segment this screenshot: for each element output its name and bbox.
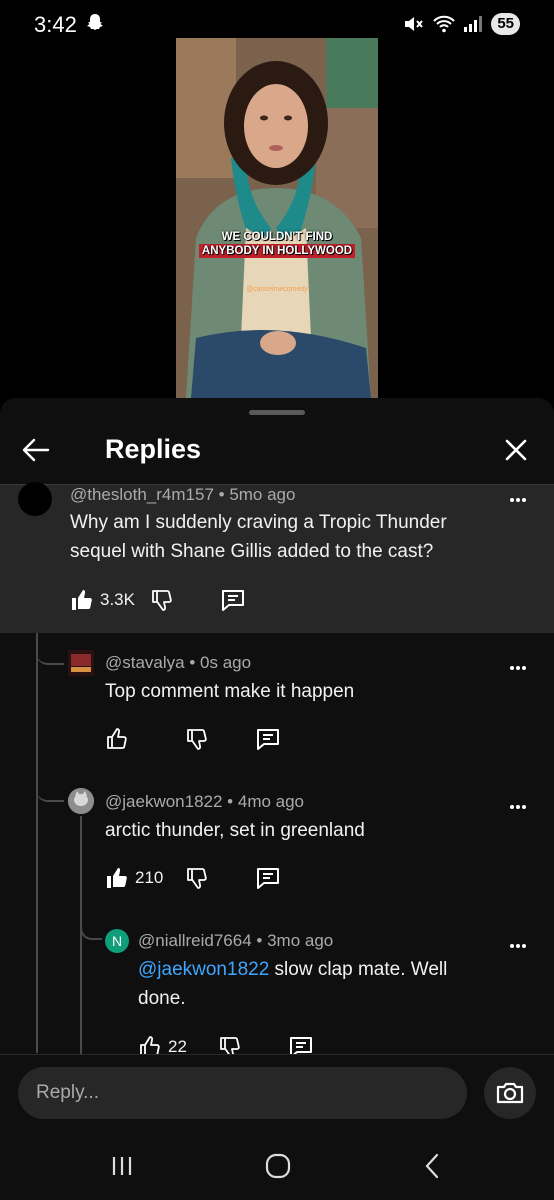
mention-link[interactable]: @jaekwon1822 <box>138 959 269 980</box>
home-button[interactable] <box>260 1148 296 1184</box>
comment-text: @jaekwon1822 slow clap mate. Well done. <box>138 955 483 1013</box>
comment-icon <box>257 729 279 750</box>
status-icons: 55 <box>403 11 520 37</box>
thread-line-main <box>36 633 38 1053</box>
recents-button[interactable] <box>104 1148 140 1184</box>
like-button[interactable]: 3.3K <box>70 585 135 615</box>
back-nav-button[interactable] <box>414 1148 450 1184</box>
camera-icon <box>496 1082 524 1104</box>
snapchat-ghost-icon <box>87 14 103 30</box>
comment-author[interactable]: @stavalya • 0s ago <box>105 653 251 673</box>
avatar[interactable] <box>18 482 52 516</box>
comment-age: 4mo ago <box>237 792 305 811</box>
comment-actions <box>105 724 305 754</box>
like-count: 210 <box>135 868 164 887</box>
more-options-button[interactable] <box>508 936 528 956</box>
dislike-button[interactable] <box>150 585 174 615</box>
comment-age: 5mo ago <box>229 485 296 504</box>
video-caption-line2: ANYBODY IN HOLLYWOOD <box>198 244 356 258</box>
reply-button[interactable] <box>255 863 281 893</box>
avatar-image <box>68 650 94 676</box>
sheet-header: Replies <box>0 420 554 484</box>
avatar-letter: N <box>111 933 123 949</box>
comment-icon <box>257 868 279 889</box>
author-handle[interactable]: @jaekwon1822 <box>105 792 222 811</box>
dislike-button[interactable] <box>185 863 209 893</box>
reply-button[interactable] <box>255 724 281 754</box>
battery-badge: 55 <box>491 13 520 35</box>
reply-bar <box>0 1054 554 1132</box>
close-icon <box>505 439 527 461</box>
thread-connector <box>36 770 64 802</box>
video-frame-image <box>176 38 378 398</box>
comment-text: Why am I suddenly craving a Tropic Thund… <box>70 512 447 562</box>
video-caption-line1: WE COULDN'T FIND <box>221 231 333 243</box>
comment-author[interactable]: @thesloth_r4m157 • 5mo ago <box>70 485 295 505</box>
thumbs-down-icon <box>187 729 207 750</box>
comment-age: 3mo ago <box>267 931 334 950</box>
more-options-button[interactable] <box>508 797 528 817</box>
sheet-title: Replies <box>105 434 202 464</box>
comment-actions: 210 <box>105 863 305 893</box>
like-count: 3.3K <box>100 590 135 609</box>
more-options-button[interactable] <box>508 658 528 678</box>
like-button[interactable] <box>105 724 129 754</box>
back-button[interactable] <box>18 432 54 468</box>
sheet-drag-handle[interactable] <box>249 410 305 415</box>
reply-input[interactable] <box>18 1067 467 1119</box>
comment-text: Top comment make it happen <box>105 681 355 702</box>
avatar[interactable] <box>68 650 94 676</box>
video-player[interactable]: WE COULDN'T FIND ANYBODY IN HOLLYWOOD @c… <box>176 38 378 398</box>
comment-author[interactable]: @niallreid7664 • 3mo ago <box>138 931 333 951</box>
author-handle[interactable]: @niallreid7664 <box>138 931 252 950</box>
arrow-left-icon <box>22 438 50 462</box>
thumbs-up-icon <box>107 728 127 749</box>
video-watermark: @cancelmecomedy <box>246 286 308 293</box>
thread-connector <box>36 633 64 665</box>
more-vert-icon <box>510 805 526 809</box>
recents-icon <box>112 1157 132 1175</box>
replies-sheet: Replies @thesloth_r4m157 • 5mo ago Why a… <box>0 398 554 1200</box>
status-time: 3:42 <box>34 12 77 37</box>
thumbs-down-icon <box>152 590 172 611</box>
reply-button[interactable] <box>220 585 246 615</box>
mute-icon <box>405 17 424 31</box>
author-handle[interactable]: @thesloth_r4m157 <box>70 485 214 504</box>
comment-icon <box>222 590 244 611</box>
more-vert-icon <box>510 666 526 670</box>
author-handle[interactable]: @stavalya <box>105 653 185 672</box>
close-button[interactable] <box>498 432 534 468</box>
avatar[interactable]: N <box>105 929 129 953</box>
wifi-icon <box>433 15 456 33</box>
system-nav-bar <box>0 1132 554 1200</box>
more-vert-icon <box>510 498 526 502</box>
thread-connector <box>80 910 102 940</box>
dislike-button[interactable] <box>185 724 209 754</box>
more-options-button[interactable] <box>508 490 528 510</box>
video-caption: WE COULDN'T FIND ANYBODY IN HOLLYWOOD <box>176 230 378 258</box>
thumbs-up-filled-icon <box>107 868 127 888</box>
chevron-left-icon <box>425 1153 439 1179</box>
avatar-image <box>68 788 94 814</box>
thumbs-up-filled-icon <box>72 590 92 610</box>
comment-text: arctic thunder, set in greenland <box>105 820 365 841</box>
home-icon <box>265 1153 291 1179</box>
more-vert-icon <box>510 944 526 948</box>
comment-age: 0s ago <box>200 653 252 672</box>
avatar[interactable] <box>68 788 94 814</box>
comment-actions: 3.3K <box>70 585 270 615</box>
like-button[interactable]: 210 <box>105 863 163 893</box>
comment-author[interactable]: @jaekwon1822 • 4mo ago <box>105 792 304 812</box>
thumbs-down-icon <box>187 868 207 889</box>
camera-button[interactable] <box>484 1067 536 1119</box>
signal-icon <box>464 16 483 32</box>
